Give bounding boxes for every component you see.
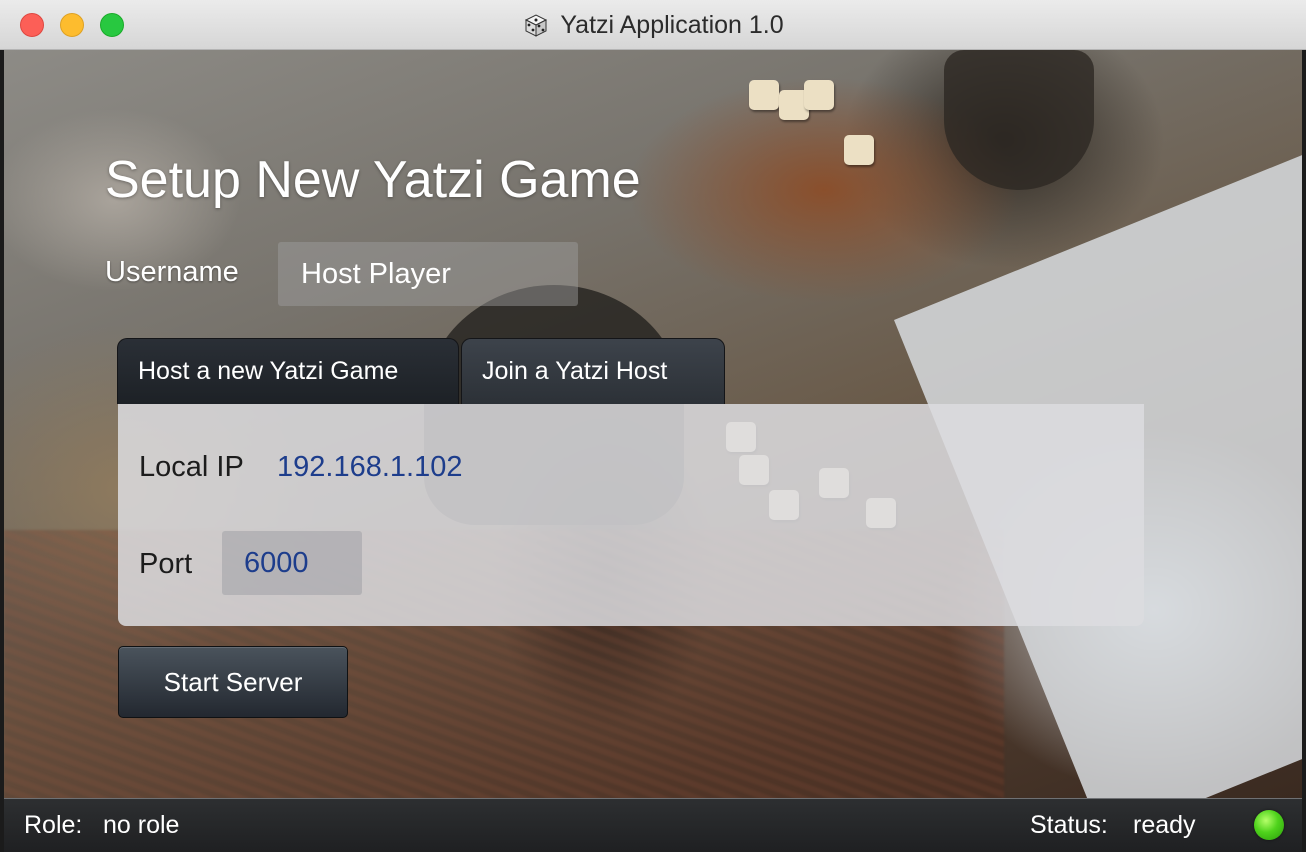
port-input[interactable] [222,531,362,595]
window-title: Yatzi Application 1.0 [560,10,784,39]
status-label: Status: [1030,811,1108,839]
status-value: ready [1133,811,1196,839]
role-value: no role [103,811,180,839]
dice-icon [525,14,548,37]
status-bar: Role: no role Status: ready [4,798,1302,852]
window-border-right [1302,50,1306,852]
window-titlebar: Yatzi Application 1.0 [0,0,1306,50]
window-title-group: Yatzi Application 1.0 [0,0,1306,50]
local-ip-label: Local IP [139,451,244,483]
page-title: Setup New Yatzi Game [105,151,641,209]
username-input[interactable] [278,242,578,306]
role-label: Role: [24,811,83,839]
tab-host-game-label: Host a new Yatzi Game [138,357,399,385]
background-die [804,80,834,110]
host-game-panel: Local IP 192.168.1.102 Port [118,404,1144,626]
background-die [844,135,874,165]
start-server-button[interactable]: Start Server [118,646,348,718]
tab-host-game[interactable]: Host a new Yatzi Game [117,338,459,404]
port-label: Port [139,548,193,580]
username-label: Username [105,256,239,288]
local-ip-value: 192.168.1.102 [277,451,463,483]
tab-join-host[interactable]: Join a Yatzi Host [461,338,725,404]
background-cup-right [944,50,1094,190]
background-die [749,80,779,110]
status-indicator-icon [1254,810,1284,840]
tab-join-host-label: Join a Yatzi Host [482,357,668,385]
